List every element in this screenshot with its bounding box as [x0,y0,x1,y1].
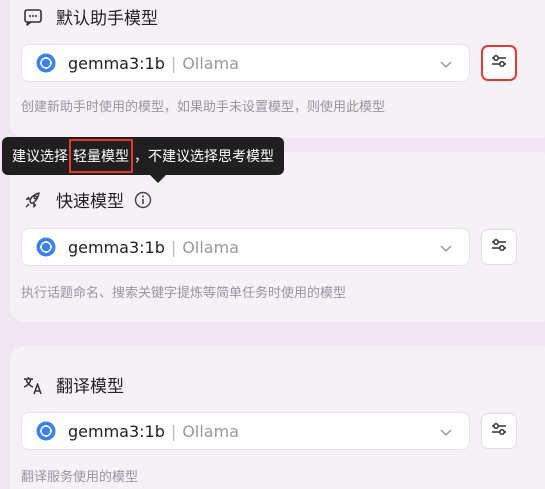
chevron-down-icon [439,56,453,75]
ollama-model-icon [36,421,56,441]
quick-model-description: 执行话题命名、搜索关键字提炼等简单任务时使用的模型 [21,286,347,301]
ollama-model-icon [36,53,56,73]
translate-icon [22,374,44,396]
model-name: gemma3:1b [68,53,165,73]
translate-model-settings-button[interactable] [481,413,517,449]
default-model-settings-button[interactable] [481,45,517,81]
quick-model-select[interactable]: gemma3:1b | Ollama [21,228,470,266]
model-settings-page: 默认助手模型 gemma3:1b | Ollama 创建新助手时使用的模型，如果… [0,0,545,489]
lightweight-model-tooltip: 建议选择 轻量模型 ，不建议选择思考模型 [2,137,284,175]
sliders-icon [490,420,508,442]
translate-model-title: 翻译模型 [56,377,124,397]
model-name: gemma3:1b [68,237,165,257]
model-provider: Ollama [182,53,239,73]
tooltip-text-part1: 建议选择 [12,149,68,165]
translate-model-select[interactable]: gemma3:1b | Ollama [21,412,470,450]
model-provider: Ollama [182,421,239,441]
tooltip-highlight: 轻量模型 [69,139,133,173]
chat-bubble-icon [22,6,44,28]
sliders-icon [490,236,508,258]
default-model-header: 默认助手模型 [22,4,158,29]
quick-model-title: 快速模型 [56,192,124,212]
translate-model-description: 翻译服务使用的模型 [21,470,139,485]
info-icon[interactable] [134,191,152,209]
default-model-description: 创建新助手时使用的模型，如果助手未设置模型，则使用此模型 [21,100,386,115]
chevron-down-icon [439,424,453,443]
chevron-down-icon [439,240,453,259]
rocket-icon [22,189,44,211]
tooltip-text-part2: ，不建议选择思考模型 [134,149,274,165]
model-name: gemma3:1b [68,421,165,441]
quick-model-settings-button[interactable] [481,229,517,265]
model-separator: | [170,237,177,257]
model-separator: | [170,53,177,73]
quick-model-header: 快速模型 [22,187,152,212]
sliders-icon [490,52,508,74]
default-model-title: 默认助手模型 [56,9,158,29]
tooltip-arrow [150,175,166,183]
default-model-select[interactable]: gemma3:1b | Ollama [21,44,470,82]
translate-model-header: 翻译模型 [22,372,124,397]
model-separator: | [170,421,177,441]
ollama-model-icon [36,237,56,257]
model-provider: Ollama [182,237,239,257]
